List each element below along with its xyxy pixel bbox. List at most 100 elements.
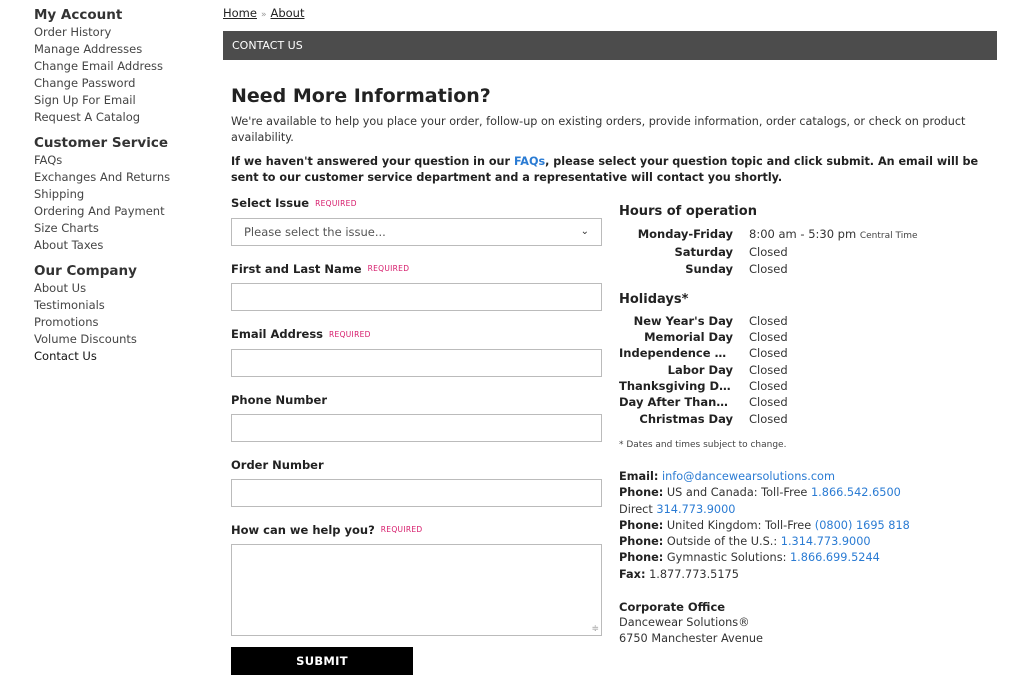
select-issue-value: Please select the issue... [244, 224, 386, 239]
uk-phone-line: Phone: United Kingdom: Toll-Free (0800) … [619, 518, 999, 534]
hours-time: 8:00 am - 5:30 pm [749, 227, 857, 241]
holiday-value: Closed [749, 379, 788, 394]
breadcrumb-separator: » [260, 10, 267, 20]
sidebar-item-request-catalog[interactable]: Request A Catalog [34, 109, 214, 126]
sidebar-item-exchanges-returns[interactable]: Exchanges And Returns [34, 169, 214, 186]
required-marker: REQUIRED [315, 198, 357, 208]
holiday-row: Day After ThanksgivingClosed [619, 394, 999, 410]
hours-day: Sunday [685, 261, 733, 276]
sidebar-item-manage-addresses[interactable]: Manage Addresses [34, 41, 214, 58]
phone-line-label: Phone: [619, 535, 664, 549]
intro-text: We're available to help you place your o… [231, 115, 966, 144]
select-issue-dropdown[interactable]: Please select the issue... ⌄ [231, 217, 602, 246]
gym-phone-line: Phone: Gymnastic Solutions: 1.866.699.52… [619, 550, 999, 566]
breadcrumb-about-link[interactable]: About [270, 6, 304, 20]
sidebar-heading-my-account: My Account [34, 7, 123, 23]
uk-phone-link[interactable]: (0800) 1695 818 [815, 519, 910, 532]
sidebar-item-ordering-payment[interactable]: Ordering And Payment [34, 203, 214, 220]
breadcrumb: Home» About [223, 6, 305, 22]
sidebar-item-promotions[interactable]: Promotions [34, 314, 214, 331]
holiday-row: New Year's Day Closed [619, 313, 999, 329]
corporate-office-heading: Corporate Office [619, 600, 726, 615]
sidebar-item-sign-up-email[interactable]: Sign Up For Email [34, 92, 214, 109]
sidebar-heading-customer-service: Customer Service [34, 135, 168, 151]
help-label-text: How can we help you? [231, 522, 375, 537]
hours-value: Closed [749, 245, 788, 260]
help-textarea[interactable]: ≑ [231, 544, 602, 636]
email-label: Email Address REQUIRED [231, 327, 603, 342]
direct-phone-link[interactable]: 314.773.9000 [656, 503, 735, 516]
sidebar-item-contact-us[interactable]: Contact Us [34, 348, 214, 365]
holiday-row: Independence Day Closed [619, 345, 999, 361]
faqs-link[interactable]: FAQs [514, 155, 545, 168]
us-phone-link[interactable]: 1.866.542.6500 [811, 486, 901, 499]
us-phone-line: Phone: US and Canada: Toll-Free 1.866.54… [619, 485, 999, 501]
hours-row: Sunday Closed [619, 261, 999, 277]
sidebar-item-faqs[interactable]: FAQs [34, 152, 214, 169]
holiday-row: Christmas Day Closed [619, 411, 999, 427]
hours-row: Saturday Closed [619, 244, 999, 260]
name-input[interactable] [231, 283, 602, 311]
resize-grip-icon[interactable]: ≑ [591, 624, 599, 634]
holiday-value: Closed [749, 313, 788, 328]
fax-line-label: Fax: [619, 567, 646, 581]
sidebar-item-shipping[interactable]: Shipping [34, 186, 214, 203]
holiday-value: Closed [749, 395, 788, 410]
hours-row: Monday-Friday 8:00 am - 5:30 pm Central T… [619, 226, 999, 244]
help-label: How can we help you? REQUIRED [231, 523, 603, 538]
corporate-address: 6750 Manchester Avenue [619, 632, 763, 646]
required-marker: REQUIRED [380, 525, 423, 534]
holiday-value: Closed [749, 411, 788, 426]
required-marker: REQUIRED [367, 264, 410, 273]
contact-form: Select Issue REQUIRED Please select the i… [231, 196, 603, 675]
corporate-name: Dancewear Solutions® [619, 616, 750, 630]
outside-phone-link[interactable]: 1.314.773.9000 [781, 535, 871, 548]
holiday-value: Closed [749, 362, 788, 377]
hours-timezone: Central Time [859, 231, 918, 241]
holiday-row: Labor Day Closed [619, 362, 999, 378]
email-line: Email: info@dancewearsolutions.com [619, 469, 999, 485]
faq-notice: If we haven't answered your question in … [231, 154, 991, 186]
holiday-value: Closed [749, 346, 788, 361]
gym-phone-text: Gymnastic Solutions: [666, 551, 790, 565]
sidebar-item-volume-discounts[interactable]: Volume Discounts [34, 331, 214, 348]
us-phone-text: US and Canada: Toll-Free [666, 486, 811, 500]
sidebar-heading-our-company: Our Company [34, 263, 137, 279]
hours-value: 8:00 am - 5:30 pm Central Time [749, 226, 918, 244]
fax-number: 1.877.773.5175 [649, 567, 739, 581]
submit-button[interactable]: SUBMIT [231, 647, 413, 675]
direct-phone-line: Direct 314.773.9000 [619, 502, 999, 518]
holiday-name: Labor Day [667, 362, 733, 377]
email-label-text: Email Address [231, 327, 324, 341]
outside-phone-line: Phone: Outside of the U.S.: 1.314.773.90… [619, 534, 999, 550]
sidebar-item-about-taxes[interactable]: About Taxes [34, 237, 214, 254]
email-link[interactable]: info@dancewearsolutions.com [662, 470, 835, 483]
name-label-text: First and Last Name [231, 261, 362, 276]
holiday-row: Memorial Day Closed [619, 329, 999, 345]
sidebar-item-order-history[interactable]: Order History [34, 24, 214, 41]
direct-phone-text: Direct [619, 502, 657, 516]
select-issue-label-text: Select Issue [231, 196, 310, 210]
order-number-input[interactable] [231, 478, 602, 507]
sidebar-item-about-us[interactable]: About Us [34, 280, 214, 297]
holidays-note: * Dates and times subject to change. [619, 439, 787, 450]
gym-phone-link[interactable]: 1.866.699.5244 [790, 551, 880, 564]
holiday-row: Thanksgiving Day Closed [619, 378, 999, 394]
hours-heading: Hours of operation [619, 204, 757, 219]
holiday-name: New Year's Day [633, 313, 733, 328]
holiday-value: Closed [749, 330, 788, 345]
breadcrumb-home-link[interactable]: Home [223, 6, 257, 20]
phone-input[interactable] [231, 413, 602, 442]
hours-day: Monday-Friday [637, 227, 733, 241]
hours-day: Saturday [674, 245, 733, 260]
sidebar-item-size-charts[interactable]: Size Charts [34, 220, 214, 237]
fax-line: Fax: 1.877.773.5175 [619, 567, 999, 583]
email-input[interactable] [231, 348, 602, 377]
hours-value: Closed [749, 261, 788, 276]
sidebar-item-change-email[interactable]: Change Email Address [34, 58, 214, 75]
sidebar-item-testimonials[interactable]: Testimonials [34, 297, 214, 314]
order-number-label: Order Number [231, 457, 324, 472]
holiday-name: Day After Thanksgiving [619, 395, 749, 410]
sidebar-nav: My Account Order History Manage Addresse… [34, 6, 214, 365]
sidebar-item-change-password[interactable]: Change Password [34, 75, 214, 92]
